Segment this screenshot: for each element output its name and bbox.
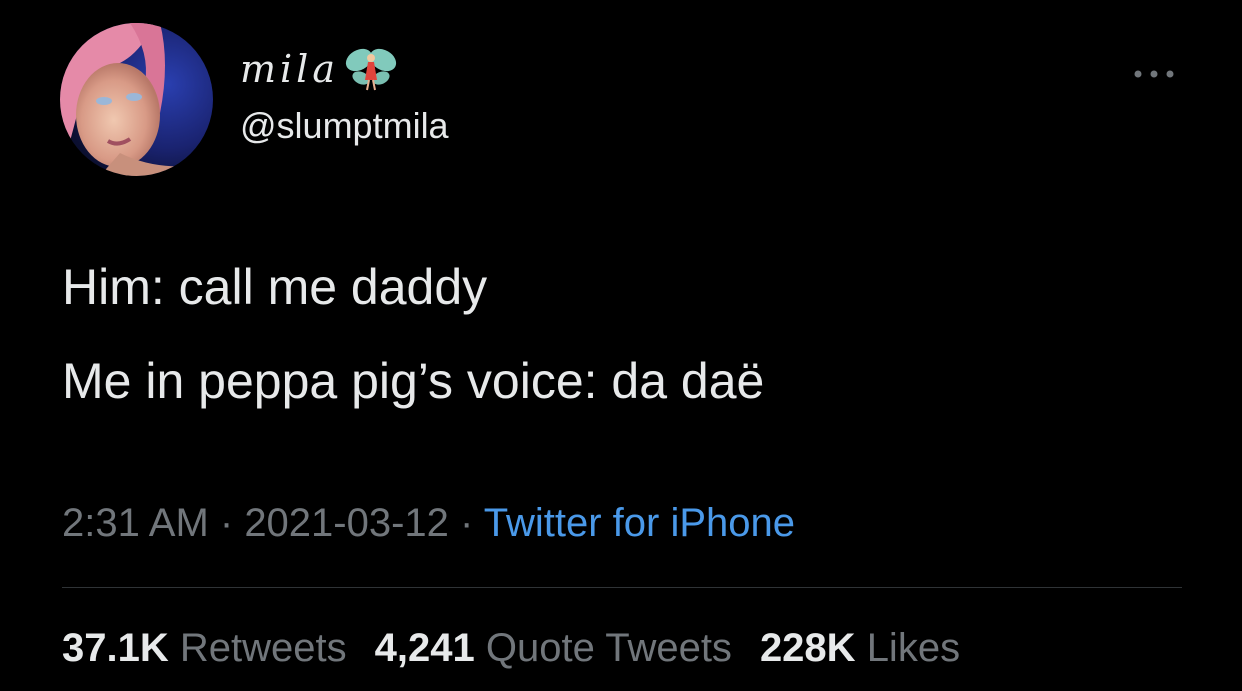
tweet-date[interactable]: 2021-03-12: [244, 501, 449, 545]
likes-label: Likes: [866, 626, 961, 670]
tweet-stats: 37.1K Retweets 4,241 Quote Tweets 228K L…: [62, 628, 988, 668]
tweet-card: mila @slumptmila Him: call me daddy Me i…: [0, 0, 1242, 691]
retweets-label: Retweets: [179, 626, 347, 670]
avatar-image: [60, 23, 213, 176]
tweet-source-link[interactable]: Twitter for iPhone: [484, 501, 795, 545]
quote-tweets-stat[interactable]: 4,241 Quote Tweets: [375, 628, 732, 668]
quote-tweets-count: 4,241: [374, 626, 475, 670]
user-handle[interactable]: @slumptmila: [240, 108, 449, 144]
meta-separator: ·: [208, 501, 245, 545]
avatar[interactable]: [60, 23, 213, 176]
display-name-text: mila: [240, 47, 339, 91]
tweet-meta: 2:31 AM · 2021-03-12 · Twitter for iPhon…: [62, 503, 795, 543]
likes-count: 228K: [759, 626, 856, 670]
more-options-icon[interactable]: [1128, 62, 1180, 86]
retweets-count: 37.1K: [62, 626, 169, 670]
retweets-stat[interactable]: 37.1K Retweets: [62, 628, 347, 668]
divider: [62, 587, 1182, 588]
likes-stat[interactable]: 228K Likes: [760, 628, 960, 668]
tweet-text-line: Him: call me daddy: [62, 259, 488, 315]
tweet-time[interactable]: 2:31 AM: [62, 501, 209, 545]
display-name[interactable]: mila: [240, 44, 399, 94]
fairy-icon: [345, 48, 397, 91]
meta-separator: ·: [448, 501, 484, 545]
tweet-text-line: Me in peppa pig’s voice: da daë: [62, 353, 765, 409]
quote-tweets-label: Quote Tweets: [485, 626, 732, 670]
